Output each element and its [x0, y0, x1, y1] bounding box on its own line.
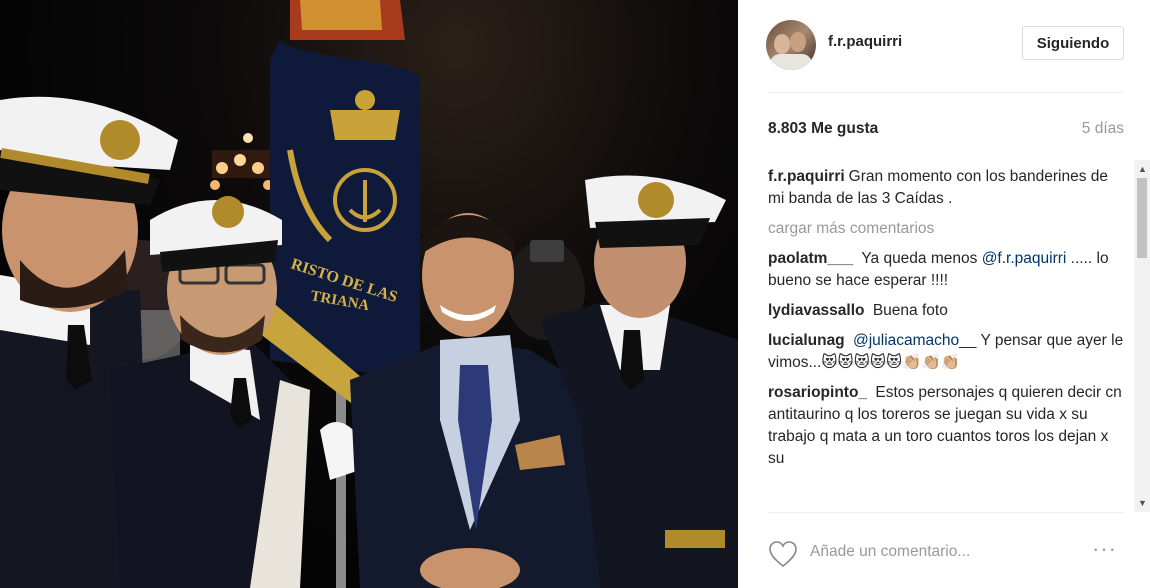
comments-scrollbar[interactable]: ▲ ▼ [1134, 160, 1150, 512]
comment-text: Ya queda menos [861, 250, 978, 267]
list-item: lucialunag @juliacamacho__ Y pensar que … [768, 330, 1124, 374]
comment-input[interactable] [810, 540, 1070, 564]
caption-username[interactable]: f.r.paquirri [768, 168, 845, 185]
comment-username[interactable]: rosariopinto_ [768, 384, 867, 401]
list-item: lydiavassallo Buena foto [768, 300, 1124, 322]
comment-username[interactable]: paolatm___ [768, 250, 853, 267]
post-footer: ··· [738, 512, 1150, 588]
list-item: paolatm___ Ya queda menos @f.r.paquirri … [768, 248, 1124, 292]
scroll-down-arrow-icon[interactable]: ▼ [1138, 498, 1147, 508]
scroll-thumb[interactable] [1137, 178, 1147, 258]
comment-mention[interactable]: @f.r.paquirri [982, 250, 1067, 267]
comment-mention[interactable]: @juliacamacho__ [853, 332, 976, 349]
likes-count[interactable]: 8.803 Me gusta [768, 120, 878, 138]
chandelier [210, 133, 273, 190]
photo-scene: RISTO DE LAS TRIANA [0, 0, 738, 588]
comment-username[interactable]: lydiavassallo [768, 302, 865, 319]
load-more-comments[interactable]: cargar más comentarios [768, 218, 1124, 240]
post-header: f.r.paquirri Siguiendo [738, 0, 1150, 92]
comment-username[interactable]: lucialunag [768, 332, 845, 349]
avatar[interactable] [766, 20, 816, 70]
post-sidebar: f.r.paquirri Siguiendo 8.803 Me gusta 5 … [738, 0, 1150, 588]
header-divider [768, 92, 1124, 93]
caption: f.r.paquirri Gran momento con los banderi… [768, 166, 1124, 210]
comment-text: Buena foto [872, 302, 948, 319]
post-username[interactable]: f.r.paquirri [828, 33, 902, 50]
list-item: rosariopinto_ Estos personajes q quieren… [768, 382, 1124, 470]
post-photo[interactable]: RISTO DE LAS TRIANA [0, 0, 738, 588]
more-options-icon[interactable]: ··· [1092, 538, 1126, 562]
post-time[interactable]: 5 días [1082, 120, 1124, 138]
heart-icon[interactable] [768, 540, 798, 568]
following-button[interactable]: Siguiendo [1022, 26, 1124, 60]
comments-list: f.r.paquirri Gran momento con los banderi… [768, 166, 1124, 508]
scroll-up-arrow-icon[interactable]: ▲ [1138, 164, 1147, 174]
